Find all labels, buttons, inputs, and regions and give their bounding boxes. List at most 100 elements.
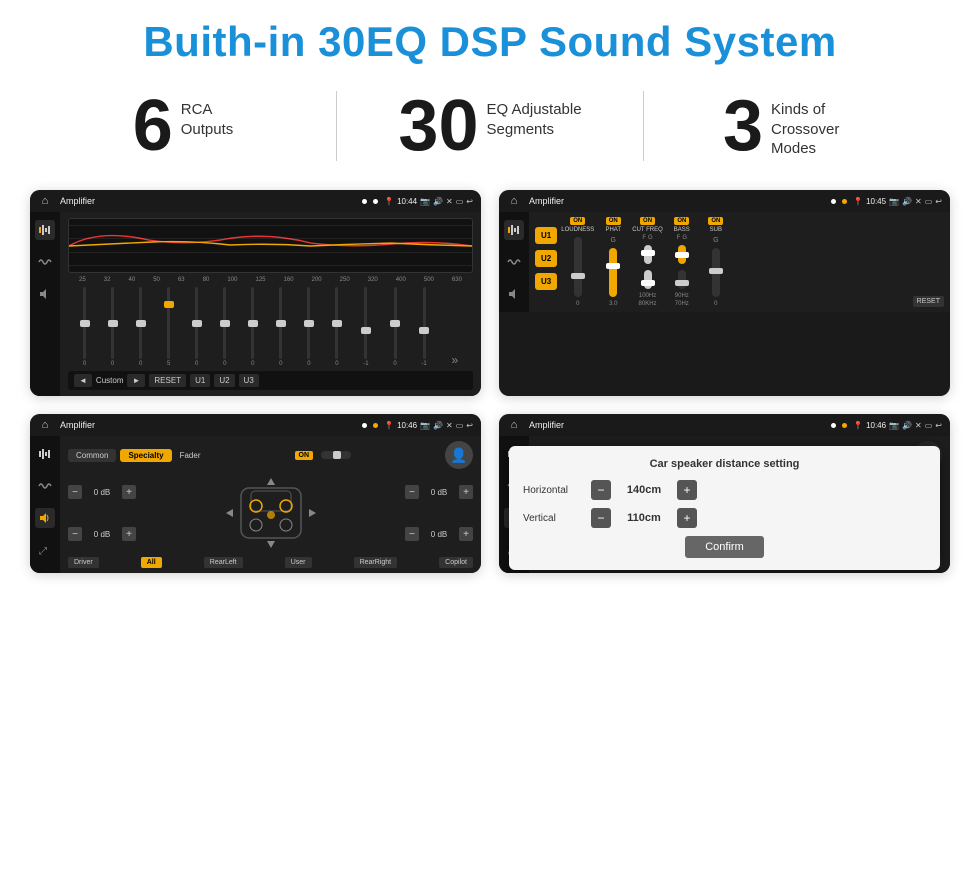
eq-thumb-1[interactable]: [80, 320, 90, 327]
db-row-fr: − 0 dB +: [405, 485, 473, 499]
camera-icon: 📷: [420, 197, 430, 206]
eq-thumb-11[interactable]: [361, 327, 371, 334]
user-btn[interactable]: User: [285, 557, 312, 568]
volume-side-icon-3[interactable]: [35, 508, 55, 528]
fader-thumb[interactable]: [333, 451, 341, 459]
eq-slider-11[interactable]: -1: [363, 287, 368, 367]
eq-thumb-2[interactable]: [108, 320, 118, 327]
wave-icon-2[interactable]: [504, 252, 524, 272]
rearleft-btn[interactable]: RearLeft: [204, 557, 243, 568]
vertical-minus-btn[interactable]: −: [591, 508, 611, 528]
eq-thumb-6[interactable]: [220, 320, 230, 327]
eq-slider-6[interactable]: 0: [223, 287, 226, 367]
sub-slider[interactable]: [712, 248, 720, 297]
u2-btn[interactable]: U2: [535, 250, 557, 267]
horizontal-minus-btn[interactable]: −: [591, 480, 611, 500]
eq-slider-8[interactable]: 0: [279, 287, 282, 367]
wave-icon[interactable]: [35, 252, 55, 272]
loudness-thumb[interactable]: [571, 273, 585, 279]
db-plus-fl[interactable]: +: [122, 485, 136, 499]
copilot-btn[interactable]: Copilot: [439, 557, 473, 568]
db-minus-fl[interactable]: −: [68, 485, 82, 499]
crossover-screen-content: U1 U2 U3 ON LOUDNESS 0: [499, 212, 950, 312]
eq-slider-1[interactable]: 0: [83, 287, 86, 367]
eq-thumb-8[interactable]: [276, 320, 286, 327]
fader-tab-specialty[interactable]: Specialty: [120, 449, 171, 462]
eq-val-13: -1: [421, 361, 426, 367]
eq-reset-btn[interactable]: RESET: [149, 374, 186, 387]
crossover-status-bar: ⌂ Amplifier 📍 10:45 📷 🔊 ✕ ▭ ↩: [499, 190, 950, 212]
db-minus-fr[interactable]: −: [405, 485, 419, 499]
db-plus-rr[interactable]: +: [459, 527, 473, 541]
expand-icon[interactable]: ⤢: [35, 540, 55, 560]
confirm-button[interactable]: Confirm: [685, 536, 764, 558]
eq-u2-btn[interactable]: U2: [214, 374, 234, 387]
eq-next-btn[interactable]: ►: [127, 374, 145, 387]
distance-screen-card: ⌂ Amplifier 📍 10:46 📷 🔊 ✕ ▭ ↩: [499, 414, 950, 573]
eq-slider-5[interactable]: 0: [195, 287, 198, 367]
cutfreq-thumb2[interactable]: [641, 280, 655, 286]
eq-u1-btn[interactable]: U1: [190, 374, 210, 387]
eq-icon[interactable]: [35, 220, 55, 240]
fader-tab-common[interactable]: Common: [68, 449, 116, 462]
cutfreq-on-badge: ON: [640, 217, 655, 225]
bass-thumb2[interactable]: [675, 280, 689, 286]
cutfreq-label: CUT FREQ: [632, 227, 663, 233]
close-icon-2: ✕: [915, 197, 922, 206]
back-icon: ↩: [466, 197, 473, 206]
loudness-slider[interactable]: [574, 237, 582, 297]
eq-u3-btn[interactable]: U3: [239, 374, 259, 387]
phat-slider[interactable]: [609, 248, 617, 297]
vertical-plus-btn[interactable]: +: [677, 508, 697, 528]
eq-slider-2[interactable]: 0: [111, 287, 114, 367]
cutfreq-thumb1[interactable]: [641, 250, 655, 256]
db-plus-rl[interactable]: +: [122, 527, 136, 541]
db-row-fl: − 0 dB +: [68, 485, 136, 499]
crossover-reset-btn[interactable]: RESET: [913, 296, 944, 307]
volume-side-icon[interactable]: [35, 284, 55, 304]
eq-thumb-9[interactable]: [304, 320, 314, 327]
volume-side-icon-2[interactable]: [504, 284, 524, 304]
eq-slider-7[interactable]: 0: [251, 287, 254, 367]
phat-thumb[interactable]: [606, 263, 620, 269]
eq-slider-12[interactable]: 0: [393, 287, 396, 367]
camera-icon-3: 📷: [420, 421, 430, 430]
phat-on-badge: ON: [606, 217, 621, 225]
db-minus-rr[interactable]: −: [405, 527, 419, 541]
eq-thumb-13[interactable]: [419, 327, 429, 334]
db-value-rl: 0 dB: [88, 530, 116, 539]
eq-thumb-7[interactable]: [248, 320, 258, 327]
eq-thumb-12[interactable]: [390, 320, 400, 327]
eq-slider-13[interactable]: -1: [421, 287, 426, 367]
u3-btn[interactable]: U3: [535, 273, 557, 290]
horizontal-plus-btn[interactable]: +: [677, 480, 697, 500]
rearright-btn[interactable]: RearRight: [354, 557, 398, 568]
cutfreq-slider1[interactable]: [644, 245, 652, 264]
eq-slider-10[interactable]: 0: [335, 287, 338, 367]
driver-btn[interactable]: Driver: [68, 557, 99, 568]
eq-thumb-4[interactable]: [164, 301, 174, 308]
wave-icon-3[interactable]: [35, 476, 55, 496]
eq-prev-btn[interactable]: ◄: [74, 374, 92, 387]
db-minus-rl[interactable]: −: [68, 527, 82, 541]
db-plus-fr[interactable]: +: [459, 485, 473, 499]
eq-slider-3[interactable]: 0: [139, 287, 142, 367]
eq-thumb-10[interactable]: [332, 320, 342, 327]
fader-slider[interactable]: [321, 451, 351, 459]
eq-slider-9[interactable]: 0: [307, 287, 310, 367]
bass-thumb1[interactable]: [675, 252, 689, 258]
eq-icon-3[interactable]: [35, 444, 55, 464]
bass-slider1[interactable]: [678, 245, 686, 264]
sub-thumb[interactable]: [709, 268, 723, 274]
eq-more-btn[interactable]: »: [451, 353, 458, 367]
dist-screen-content: ⤢ Common Specialty ON 👤 −: [499, 436, 950, 573]
eq-slider-4[interactable]: 5: [167, 287, 170, 367]
cutfreq-slider2[interactable]: [644, 270, 652, 289]
eq-thumb-3[interactable]: [136, 320, 146, 327]
eq-icon-2[interactable]: [504, 220, 524, 240]
u1-btn[interactable]: U1: [535, 227, 557, 244]
back-icon-2: ↩: [935, 197, 942, 206]
bass-slider2[interactable]: [678, 270, 686, 289]
all-btn[interactable]: All: [141, 557, 162, 568]
eq-thumb-5[interactable]: [192, 320, 202, 327]
